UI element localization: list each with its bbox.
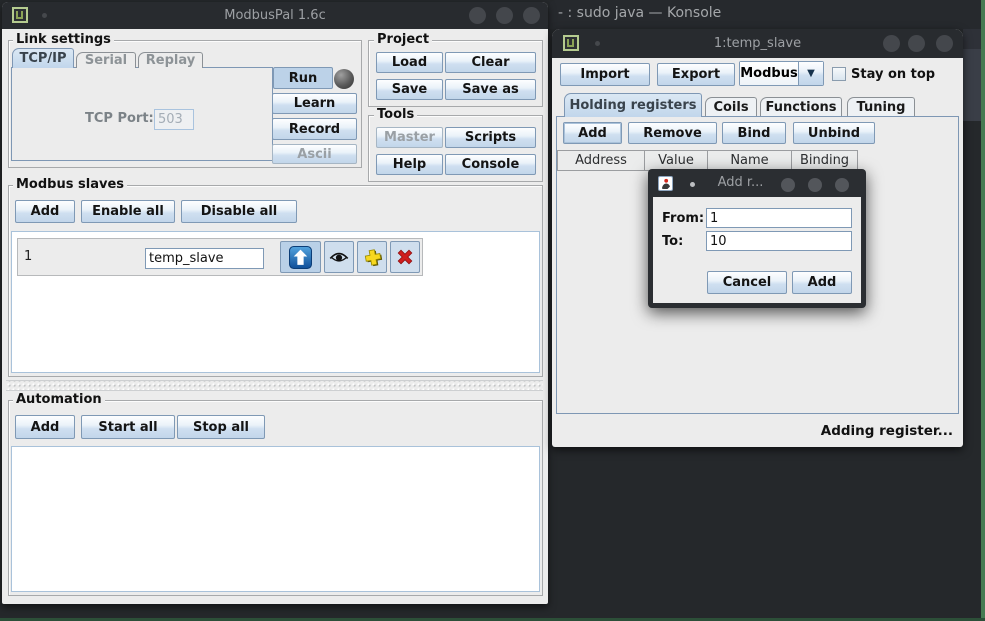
tab-tcpip[interactable]: TCP/IP — [12, 48, 74, 68]
slave-name-input[interactable] — [145, 248, 264, 269]
help-button[interactable]: Help — [376, 154, 443, 175]
tab-functions[interactable]: Functions — [760, 97, 842, 116]
automation-title: Automation — [13, 392, 105, 407]
stop-all-button[interactable]: Stop all — [177, 415, 265, 439]
delete-x-icon — [395, 247, 415, 267]
start-all-button[interactable]: Start all — [81, 415, 175, 439]
tab-holding-registers[interactable]: Holding registers — [564, 93, 702, 117]
register-add-button[interactable]: Add — [563, 122, 622, 144]
clear-button[interactable]: Clear — [445, 52, 536, 73]
load-button[interactable]: Load — [376, 52, 443, 73]
col-header-address[interactable]: Address — [557, 150, 645, 171]
stay-on-top-checkbox[interactable] — [832, 67, 846, 81]
slave-close-button[interactable] — [936, 35, 953, 52]
to-label: To: — [662, 234, 683, 249]
col-header-value[interactable]: Value — [644, 150, 708, 171]
slave-minimize-button[interactable] — [883, 35, 900, 52]
scripts-button[interactable]: Scripts — [445, 127, 536, 148]
save-as-button[interactable]: Save as — [445, 79, 536, 100]
slave-view-button[interactable] — [324, 241, 354, 273]
enable-all-button[interactable]: Enable all — [81, 200, 175, 223]
run-button[interactable]: Run — [273, 67, 333, 89]
split-pane-divider[interactable] — [6, 380, 543, 391]
from-label: From: — [662, 211, 704, 226]
dialog-maximize-button[interactable] — [808, 178, 822, 192]
record-button[interactable]: Record — [272, 118, 357, 140]
disable-all-button[interactable]: Disable all — [181, 200, 297, 223]
tcp-port-input[interactable] — [154, 109, 194, 130]
dialog-minimize-button[interactable] — [781, 178, 795, 192]
minimize-button[interactable] — [469, 7, 486, 24]
tab-tuning[interactable]: Tuning — [847, 97, 915, 116]
slave-duplicate-button[interactable] — [357, 241, 387, 273]
slave-add-button[interactable]: Add — [15, 200, 75, 223]
master-button: Master — [376, 127, 443, 148]
ascii-button: Ascii — [272, 144, 357, 164]
dialog-title: Add r... — [648, 175, 833, 190]
to-input[interactable] — [706, 231, 852, 251]
slave-maximize-button[interactable] — [908, 35, 925, 52]
from-input[interactable] — [706, 208, 852, 228]
col-header-binding[interactable]: Binding — [791, 150, 858, 171]
mode-combobox[interactable]: Modbus ▼ — [739, 61, 824, 86]
slave-delete-button[interactable] — [390, 241, 420, 273]
export-button[interactable]: Export — [657, 63, 735, 86]
slave-enabled-toggle[interactable] — [280, 241, 321, 273]
stay-on-top-label: Stay on top — [851, 67, 935, 82]
tools-title: Tools — [374, 107, 417, 122]
screen-edge-right — [981, 0, 985, 621]
close-button[interactable] — [523, 7, 540, 24]
konsole-title: - : sudo java — Konsole — [558, 5, 858, 21]
modbus-slaves-title: Modbus slaves — [13, 177, 127, 192]
dialog-add-button[interactable]: Add — [792, 271, 852, 294]
register-bind-button[interactable]: Bind — [722, 122, 786, 144]
plus-icon — [360, 245, 384, 269]
col-header-name[interactable]: Name — [707, 150, 792, 171]
tab-serial[interactable]: Serial — [76, 52, 136, 68]
run-indicator-led — [334, 69, 354, 89]
register-unbind-button[interactable]: Unbind — [793, 122, 875, 144]
dialog-close-button[interactable] — [835, 178, 849, 192]
link-settings-title: Link settings — [13, 32, 114, 47]
dialog-cancel-button[interactable]: Cancel — [707, 271, 787, 294]
slave-id: 1 — [24, 249, 32, 264]
konsole-edge-upper — [963, 29, 981, 49]
project-title: Project — [374, 32, 432, 47]
combo-dropdown-arrow-icon: ▼ — [798, 62, 823, 85]
register-remove-button[interactable]: Remove — [628, 122, 717, 144]
tab-replay[interactable]: Replay — [138, 52, 203, 68]
import-button[interactable]: Import — [560, 63, 650, 86]
automation-list — [11, 446, 540, 592]
tcp-port-label: TCP Port: — [85, 111, 154, 126]
maximize-button[interactable] — [496, 7, 513, 24]
temp-slave-window-title: 1:temp_slave — [552, 30, 963, 57]
automation-add-button[interactable]: Add — [15, 415, 75, 439]
eye-icon — [328, 250, 350, 265]
tab-coils[interactable]: Coils — [705, 97, 757, 116]
modbuspal-window-title: ModbusPal 1.6c — [2, 2, 548, 29]
console-button[interactable]: Console — [445, 154, 536, 175]
mode-combobox-value: Modbus — [740, 62, 798, 85]
learn-button[interactable]: Learn — [272, 93, 357, 114]
save-button[interactable]: Save — [376, 79, 443, 100]
status-text: Adding register... — [700, 423, 953, 439]
up-arrow-icon — [289, 246, 312, 269]
konsole-edge-lower — [963, 49, 981, 121]
